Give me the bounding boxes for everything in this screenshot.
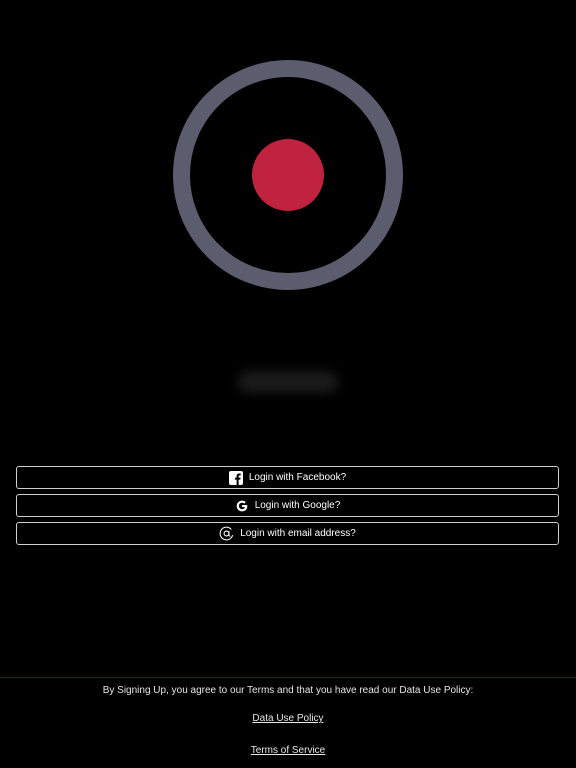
login-google-button[interactable]: Login with Google? [16,494,559,517]
login-email-button[interactable]: Login with email address? [16,522,559,545]
login-screen: Login with Facebook? Login with Google? … [0,0,576,768]
facebook-icon [228,470,243,485]
logo-record-dot [252,139,324,211]
terms-agreement-text: By Signing Up, you agree to our Terms an… [102,685,474,696]
google-icon [235,499,249,513]
login-google-label: Login with Google? [254,500,341,511]
login-facebook-label: Login with Facebook? [248,472,347,483]
login-email-label: Login with email address? [240,528,356,539]
login-facebook-button[interactable]: Login with Facebook? [16,466,559,489]
terms-of-service-link[interactable]: Terms of Service [0,745,576,756]
at-sign-icon [219,526,234,541]
data-use-policy-link[interactable]: Data Use Policy [0,713,576,724]
footer-divider [0,677,576,678]
blurred-placeholder-text [238,371,338,393]
